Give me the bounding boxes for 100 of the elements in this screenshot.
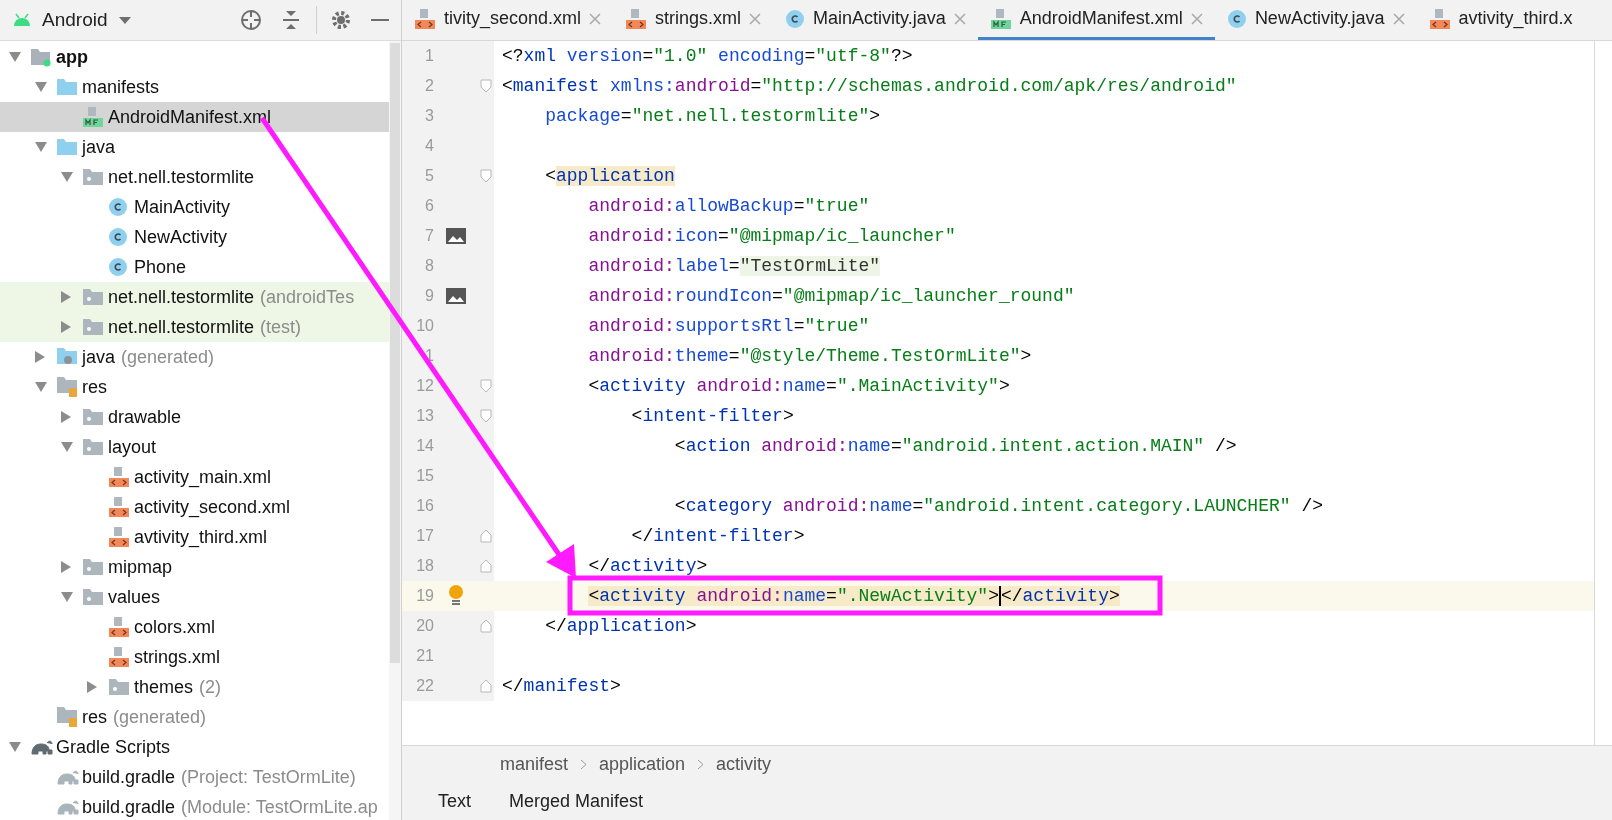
line-number: 8	[424, 256, 434, 276]
minimize-icon[interactable]	[371, 18, 389, 22]
tree-item-note: (Module: TestOrmLite.ap	[181, 795, 378, 819]
tree-row[interactable]: avtivity_third.xml	[0, 522, 389, 552]
line-number: 4	[424, 136, 434, 156]
close-icon[interactable]	[953, 12, 966, 25]
tree-row[interactable]: net.nell.testormlite (androidTes	[0, 282, 389, 312]
tree-row[interactable]: java (generated)	[0, 342, 389, 372]
tree-row[interactable]: java	[0, 132, 389, 162]
expanded-arrow-icon[interactable]	[34, 81, 48, 93]
collapsed-arrow-icon[interactable]	[60, 560, 72, 574]
collapsed-arrow-icon[interactable]	[60, 410, 72, 424]
expanded-arrow-icon[interactable]	[60, 441, 74, 453]
collapsed-arrow-icon[interactable]	[60, 290, 72, 304]
tree-item-label: NewActivity	[134, 225, 227, 249]
breadcrumb-item[interactable]: application	[599, 751, 686, 778]
settings-icon[interactable]	[331, 10, 351, 30]
code-line: </application>	[544, 614, 697, 638]
tree-row[interactable]: net.nell.testormlite (test)	[0, 312, 389, 342]
expanded-arrow-icon[interactable]	[34, 381, 48, 393]
fold-end-icon[interactable]	[480, 619, 492, 633]
tree-row[interactable]: build.gradle (Module: TestOrmLite.ap	[0, 792, 389, 820]
fold-icon[interactable]	[480, 379, 492, 393]
editor-tab[interactable]: AndroidManifest.xml	[977, 0, 1215, 40]
breadcrumb-item[interactable]: manifest	[500, 751, 569, 778]
collapsed-arrow-icon[interactable]	[86, 680, 98, 694]
package-folder-icon	[82, 558, 104, 576]
close-icon[interactable]	[749, 12, 762, 25]
tree-item-note: (androidTes	[260, 285, 355, 309]
tree-row[interactable]: manifests	[0, 72, 389, 102]
collapsed-arrow-icon[interactable]	[60, 320, 72, 334]
collapse-all-icon[interactable]	[280, 9, 302, 31]
line-number: 7	[424, 226, 434, 246]
line-number: 2	[424, 76, 434, 96]
xml-file-icon	[108, 616, 130, 638]
line-number: 22	[415, 676, 434, 696]
tree-row[interactable]: Phone	[0, 252, 389, 282]
editor-tab[interactable]: NewActivity.java	[1214, 0, 1417, 40]
tree-row[interactable]: build.gradle (Project: TestOrmLite)	[0, 762, 389, 792]
expanded-arrow-icon[interactable]	[8, 51, 22, 63]
line-number: 12	[415, 376, 434, 396]
fold-end-icon[interactable]	[480, 679, 492, 693]
scrollbar[interactable]	[389, 41, 401, 820]
close-icon[interactable]	[1190, 12, 1203, 25]
image-icon[interactable]	[446, 288, 466, 304]
editor-tab[interactable]: avtivity_third.x	[1416, 0, 1585, 40]
fold-icon[interactable]	[480, 409, 492, 423]
tree-item-label: res	[82, 705, 107, 729]
tree-row[interactable]: app	[0, 42, 389, 72]
tree-row[interactable]: AndroidManifest.xml	[0, 102, 389, 132]
bottom-tab[interactable]: Merged Manifest	[509, 788, 644, 815]
line-number: 20	[415, 616, 434, 636]
bottom-tab[interactable]: Text	[438, 788, 471, 815]
tree-row[interactable]: activity_main.xml	[0, 462, 389, 492]
expanded-arrow-icon[interactable]	[34, 141, 48, 153]
tree-row[interactable]: res (generated)	[0, 702, 389, 732]
view-selector[interactable]: Android	[42, 5, 132, 35]
editor-tab[interactable]: strings.xml	[613, 0, 774, 40]
tree-item-note: (Project: TestOrmLite)	[181, 765, 356, 789]
fold-icon[interactable]	[480, 79, 492, 93]
editor-tab[interactable]: MainActivity.java	[773, 0, 978, 40]
tree-row[interactable]: themes (2)	[0, 672, 389, 702]
tree-row[interactable]: NewActivity	[0, 222, 389, 252]
xml-file-icon	[625, 7, 648, 30]
tree-row[interactable]: drawable	[0, 402, 389, 432]
manifest-file-icon	[82, 106, 104, 128]
fold-end-icon[interactable]	[480, 559, 492, 573]
collapsed-arrow-icon[interactable]	[34, 350, 46, 364]
tree-row[interactable]: activity_second.xml	[0, 492, 389, 522]
tree-item-note: (generated)	[113, 705, 207, 729]
tree-row[interactable]: strings.xml	[0, 642, 389, 672]
tree-item-label: net.nell.testormlite	[108, 315, 255, 339]
tree-row[interactable]: res	[0, 372, 389, 402]
close-icon[interactable]	[589, 12, 602, 25]
expanded-arrow-icon[interactable]	[60, 591, 74, 603]
tree-row[interactable]: layout	[0, 432, 389, 462]
editor-tab[interactable]: tivity_second.xml	[402, 0, 614, 40]
tree-row[interactable]: mipmap	[0, 552, 389, 582]
expanded-arrow-icon[interactable]	[8, 741, 22, 753]
line-number: 14	[415, 436, 434, 456]
image-icon[interactable]	[446, 228, 466, 244]
tree-row[interactable]: net.nell.testormlite	[0, 162, 389, 192]
close-icon[interactable]	[1392, 12, 1405, 25]
fold-end-icon[interactable]	[480, 529, 492, 543]
lightbulb-icon[interactable]	[448, 585, 464, 607]
expanded-arrow-icon[interactable]	[60, 171, 74, 183]
package-folder-icon	[82, 168, 104, 186]
class-icon	[108, 257, 128, 277]
breadcrumb-item[interactable]: activity	[716, 751, 772, 778]
xml-file-icon	[108, 466, 130, 488]
tree-row[interactable]: colors.xml	[0, 612, 389, 642]
crosshair-icon[interactable]	[240, 9, 262, 31]
fold-icon[interactable]	[480, 169, 492, 183]
tree-row[interactable]: values	[0, 582, 389, 612]
tree-item-label: layout	[108, 435, 157, 459]
xml-file-icon	[108, 646, 130, 668]
manifest-file-icon	[989, 7, 1012, 30]
tree-row[interactable]: MainActivity	[0, 192, 389, 222]
package-folder-icon	[82, 318, 104, 336]
tree-row[interactable]: Gradle Scripts	[0, 732, 389, 762]
